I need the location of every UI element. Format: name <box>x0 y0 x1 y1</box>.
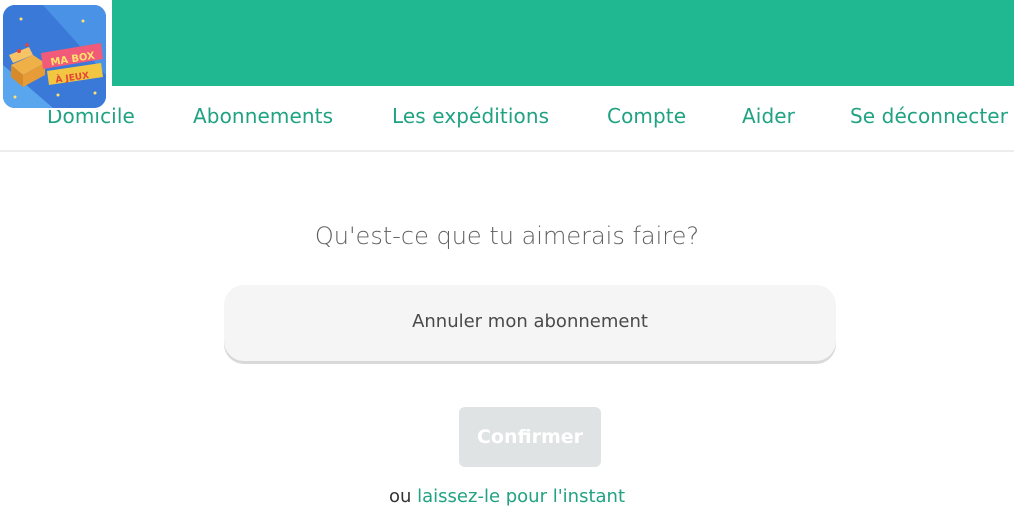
nav-item-compte[interactable]: Compte <box>607 104 686 128</box>
option-label: Annuler mon abonnement <box>412 311 648 332</box>
leave-for-now-link[interactable]: laissez-le pour l'instant <box>417 486 625 507</box>
question-heading: Qu'est-ce que tu aimerais faire? <box>314 222 700 250</box>
confirm-button[interactable]: Confirmer <box>459 407 601 467</box>
brand-logo[interactable]: MA BOX À JEUX <box>3 5 106 108</box>
nav-item-deconnecter[interactable]: Se déconnecter <box>850 104 1008 128</box>
nav-item-abonnements[interactable]: Abonnements <box>193 104 333 128</box>
footer-prefix: ou <box>388 486 412 507</box>
logo-image: MA BOX À JEUX <box>3 5 106 108</box>
footer-line: ou laissez-le pour l'instant <box>0 486 1014 507</box>
header-bar <box>0 0 1014 86</box>
main-nav: Domicile Abonnements Les expéditions Com… <box>0 86 1014 152</box>
nav-item-aider[interactable]: Aider <box>742 104 795 128</box>
cancel-subscription-option[interactable]: Annuler mon abonnement <box>224 285 836 361</box>
logo-container[interactable]: MA BOX À JEUX <box>0 0 112 110</box>
nav-item-expeditions[interactable]: Les expéditions <box>392 104 549 128</box>
